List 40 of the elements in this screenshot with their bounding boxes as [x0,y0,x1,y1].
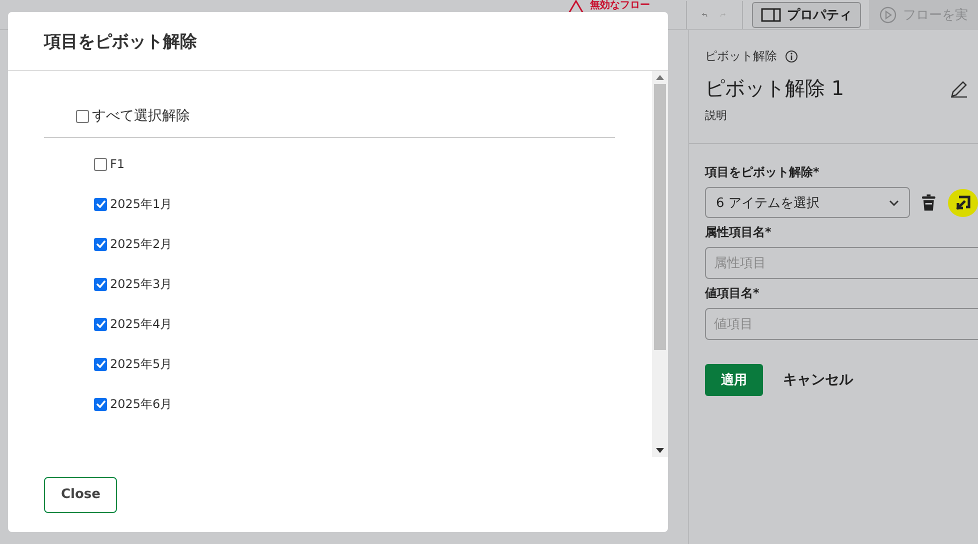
field-label: 値項目名* [705,285,760,302]
play-icon [879,6,897,24]
checkbox[interactable] [94,318,107,330]
scrollbar[interactable] [652,71,668,457]
dialog-title: 項目をピボット解除 [44,30,197,52]
field-label: 属性項目名* [705,224,772,241]
checkbox[interactable] [94,398,107,410]
column-label: 2025年1月 [110,196,172,212]
scroll-down-icon[interactable] [656,448,664,453]
properties-button[interactable]: プロパティ [752,2,861,28]
checkbox[interactable] [76,110,89,122]
edit-icon[interactable] [950,80,968,98]
checkbox[interactable] [94,238,107,250]
column-label: F1 [110,157,125,171]
checkbox[interactable] [94,158,107,170]
close-button[interactable]: Close [44,476,118,512]
info-icon[interactable] [785,50,798,63]
column-label: 2025年5月 [110,356,172,372]
node-title: ピボット解除 1 [705,75,844,102]
column-label: 2025年3月 [110,276,172,292]
panel-layout-icon [761,8,781,22]
text-field[interactable]: 値項目 [705,308,978,340]
expand-icon[interactable] [954,194,971,210]
field-label: 項目をピボット解除* [705,164,820,181]
checkbox[interactable] [94,278,107,290]
select-all-label: すべて選択解除 [92,107,190,125]
text-field[interactable]: 属性項目 [705,247,978,279]
checkbox[interactable] [94,358,107,370]
description-text: 説明 [705,108,728,123]
column-label: 2025年2月 [110,236,172,252]
scroll-up-icon[interactable] [656,75,664,80]
items-dropdown[interactable]: 6 アイテムを選択 [705,187,910,218]
trash-icon[interactable] [922,194,936,211]
apply-button[interactable]: 適用 [705,364,763,396]
cancel-button[interactable]: キャンセル [775,371,861,389]
checkbox[interactable] [94,198,107,210]
column-label: 2025年6月 [110,396,172,412]
column-label: 2025年4月 [110,316,172,332]
node-type-label: ピボット解除 [705,48,777,65]
chevron-down-icon [889,200,900,206]
